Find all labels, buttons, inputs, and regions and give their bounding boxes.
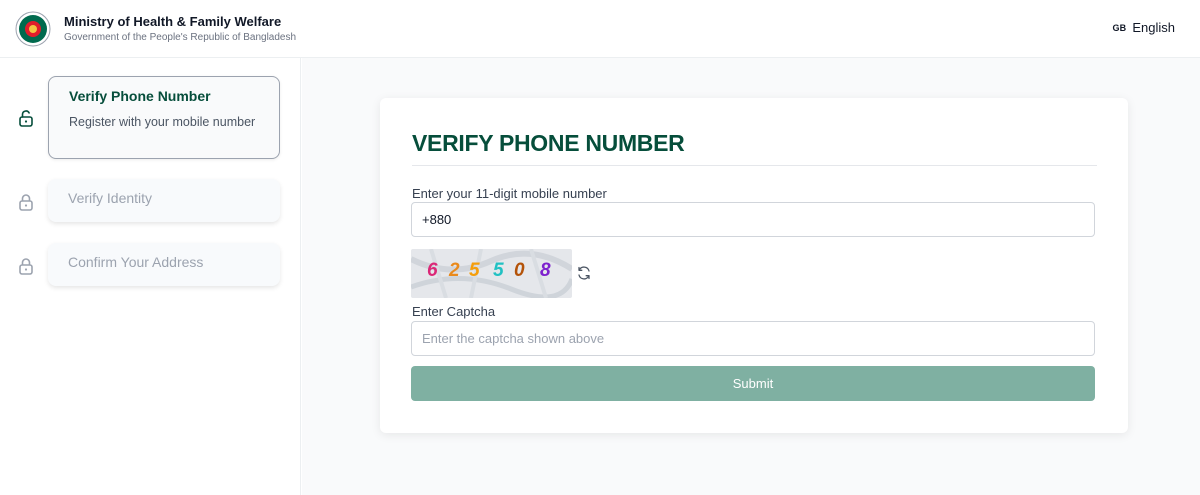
organization-name: Ministry of Health & Family Welfare (64, 14, 282, 29)
language-label: English (1132, 20, 1175, 35)
verify-phone-form-card: VERIFY PHONE NUMBER Enter your 11-digit … (380, 98, 1128, 433)
captcha-input[interactable] (411, 321, 1095, 356)
captcha-image: 6 2 5 5 0 8 (411, 249, 572, 298)
captcha-label: Enter Captcha (412, 304, 496, 319)
title-divider (412, 165, 1097, 166)
language-code: GB (1112, 22, 1127, 33)
captcha-digit: 6 (427, 260, 438, 281)
captcha-digit: 0 (514, 260, 525, 281)
phone-input[interactable] (411, 202, 1095, 237)
steps-sidebar: Verify Phone Number Register with your m… (0, 58, 301, 495)
government-emblem-logo (15, 11, 51, 47)
phone-label: Enter your 11-digit mobile number (412, 186, 607, 201)
step-title: Verify Identity (68, 190, 153, 206)
captcha-digit: 8 (540, 260, 551, 281)
lock-open-icon (19, 110, 33, 127)
form-title: VERIFY PHONE NUMBER (412, 130, 685, 156)
step-description: Register with your mobile number (69, 115, 256, 129)
refresh-captcha-icon[interactable] (576, 265, 592, 281)
captcha-digit: 5 (469, 260, 480, 281)
top-header: Ministry of Health & Family Welfare Gove… (0, 0, 1200, 58)
captcha-digit: 5 (493, 260, 504, 281)
lock-icon (19, 194, 33, 211)
step-confirm-address[interactable]: Confirm Your Address (48, 243, 280, 286)
step-verify-phone[interactable]: Verify Phone Number Register with your m… (48, 76, 280, 159)
step-title: Verify Phone Number (69, 88, 211, 104)
captcha-digit: 2 (449, 260, 460, 281)
main-content: VERIFY PHONE NUMBER Enter your 11-digit … (302, 58, 1200, 495)
organization-subtitle: Government of the People's Republic of B… (64, 32, 297, 43)
lock-icon (19, 258, 33, 275)
submit-button[interactable]: Submit (411, 366, 1095, 401)
step-verify-identity[interactable]: Verify Identity (48, 179, 280, 222)
step-title: Confirm Your Address (68, 254, 204, 270)
language-selector[interactable]: GB English (1112, 20, 1175, 35)
